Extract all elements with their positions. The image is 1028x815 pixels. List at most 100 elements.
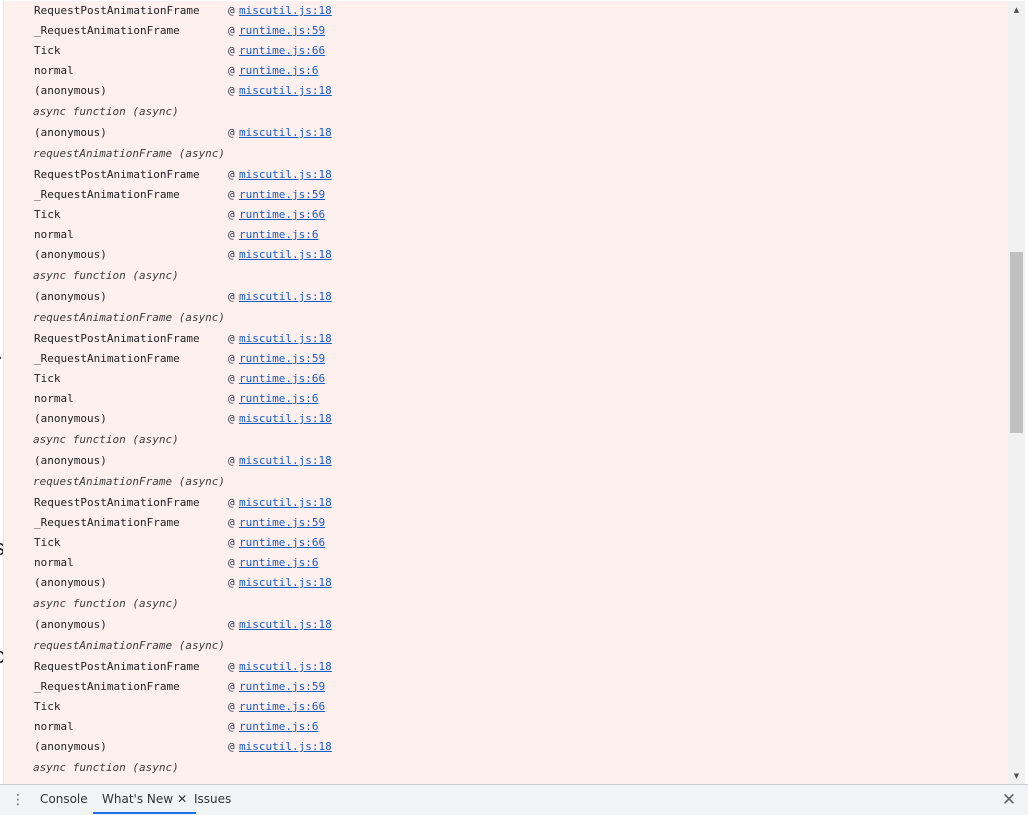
stack-frame-row: (anonymous) @miscutil.js:18	[4, 409, 1009, 429]
scroll-up-arrow-icon[interactable]: ▲	[1008, 1, 1025, 18]
async-label: async function (async)	[33, 593, 179, 615]
source-link[interactable]: miscutil.js:18	[239, 165, 332, 185]
function-name: Tick	[34, 369, 61, 389]
function-name: Tick	[34, 533, 61, 553]
tab-issues[interactable]: Issues	[194, 785, 231, 814]
function-name: (anonymous)	[34, 737, 107, 757]
source-link[interactable]: runtime.js:6	[239, 389, 318, 409]
at-symbol: @	[228, 451, 235, 471]
source-link[interactable]: miscutil.js:18	[239, 493, 332, 513]
source-link[interactable]: runtime.js:6	[239, 717, 318, 737]
at-symbol: @	[228, 21, 235, 41]
async-separator-row: async function (async)	[4, 429, 1009, 451]
stack-frame-row: (anonymous) @miscutil.js:18	[4, 245, 1009, 265]
async-separator-row: async function (async)	[4, 265, 1009, 287]
source-link[interactable]: miscutil.js:18	[239, 615, 332, 635]
at-symbol: @	[228, 409, 235, 429]
source-link[interactable]: runtime.js:59	[239, 677, 325, 697]
source-link[interactable]: miscutil.js:18	[239, 1, 332, 21]
stack-frame-row: Tick@runtime.js:66	[4, 697, 1009, 717]
function-name: RequestPostAnimationFrame	[34, 1, 200, 21]
stack-frame-row: RequestPostAnimationFrame@miscutil.js:18	[4, 657, 1009, 677]
source-link[interactable]: miscutil.js:18	[239, 451, 332, 471]
async-label: requestAnimationFrame (async)	[33, 635, 225, 657]
stack-frame-row: Tick@runtime.js:66	[4, 533, 1009, 553]
at-symbol: @	[228, 717, 235, 737]
drawer-tab-bar: ⋮ Console What's New✕ Issues ✕	[0, 784, 1028, 815]
at-symbol: @	[228, 41, 235, 61]
vertical-scrollbar[interactable]: ▲ ▼	[1008, 1, 1025, 784]
scroll-down-arrow-icon[interactable]: ▼	[1008, 767, 1025, 784]
function-name: RequestPostAnimationFrame	[34, 493, 200, 513]
stack-frame-row: (anonymous) @miscutil.js:18	[4, 451, 1009, 471]
function-name: (anonymous)	[34, 287, 107, 307]
at-symbol: @	[228, 329, 235, 349]
source-link[interactable]: runtime.js:66	[239, 205, 325, 225]
background-text: r	[0, 350, 1, 374]
source-link[interactable]: runtime.js:59	[239, 349, 325, 369]
async-label: async function (async)	[33, 429, 179, 451]
function-name: (anonymous)	[34, 409, 107, 429]
tab-console[interactable]: Console	[40, 785, 88, 814]
stack-frame-row: _RequestAnimationFrame@runtime.js:59	[4, 513, 1009, 533]
stack-frame-row: (anonymous)@miscutil.js:18	[4, 737, 1009, 757]
scrollbar-thumb[interactable]	[1010, 252, 1023, 433]
close-tab-icon[interactable]: ✕	[177, 792, 187, 806]
source-link[interactable]: runtime.js:59	[239, 21, 325, 41]
at-symbol: @	[228, 225, 235, 245]
function-name: RequestPostAnimationFrame	[34, 657, 200, 677]
source-link[interactable]: miscutil.js:18	[239, 245, 332, 265]
function-name: (anonymous)	[34, 123, 107, 143]
source-link[interactable]: miscutil.js:18	[239, 657, 332, 677]
function-name: _RequestAnimationFrame	[34, 185, 180, 205]
async-separator-row: async function (async)	[4, 593, 1009, 615]
at-symbol: @	[228, 287, 235, 307]
async-label: async function (async)	[33, 757, 179, 779]
tab-whats-new[interactable]: What's New✕	[93, 785, 196, 814]
at-symbol: @	[228, 697, 235, 717]
stack-frame-row: Tick @runtime.js:66	[4, 41, 1009, 61]
source-link[interactable]: runtime.js:66	[239, 369, 325, 389]
function-name: Tick	[34, 205, 61, 225]
function-name: (anonymous)	[34, 245, 107, 265]
function-name: normal	[34, 389, 74, 409]
function-name: Tick	[34, 41, 61, 61]
source-link[interactable]: miscutil.js:18	[239, 123, 332, 143]
source-link[interactable]: runtime.js:66	[239, 41, 325, 61]
stack-trace-list: RequestPostAnimationFrame@miscutil.js:18…	[4, 1, 1009, 779]
source-link[interactable]: miscutil.js:18	[239, 737, 332, 757]
source-link[interactable]: miscutil.js:18	[239, 287, 332, 307]
source-link[interactable]: runtime.js:66	[239, 533, 325, 553]
at-symbol: @	[228, 553, 235, 573]
function-name: _RequestAnimationFrame	[34, 677, 180, 697]
source-link[interactable]: runtime.js:6	[239, 61, 318, 81]
at-symbol: @	[228, 245, 235, 265]
source-link[interactable]: miscutil.js:18	[239, 409, 332, 429]
async-separator-row: async function (async)	[4, 101, 1009, 123]
stack-frame-row: (anonymous)@miscutil.js:18	[4, 81, 1009, 101]
source-link[interactable]: miscutil.js:18	[239, 573, 332, 593]
source-link[interactable]: runtime.js:59	[239, 513, 325, 533]
source-link[interactable]: runtime.js:6	[239, 225, 318, 245]
function-name: normal	[34, 61, 74, 81]
stack-frame-row: _RequestAnimationFrame@runtime.js:59	[4, 185, 1009, 205]
function-name: (anonymous)	[34, 451, 107, 471]
stack-frame-row: (anonymous)@miscutil.js:18	[4, 573, 1009, 593]
function-name: (anonymous)	[34, 81, 107, 101]
stack-frame-row: (anonymous)@miscutil.js:18	[4, 123, 1009, 143]
source-link[interactable]: runtime.js:66	[239, 697, 325, 717]
function-name: (anonymous)	[34, 573, 107, 593]
more-options-icon[interactable]: ⋮	[11, 790, 25, 810]
stack-frame-row: Tick@runtime.js:66	[4, 205, 1009, 225]
at-symbol: @	[228, 1, 235, 21]
function-name: normal	[34, 553, 74, 573]
close-drawer-icon[interactable]: ✕	[1000, 790, 1018, 810]
source-link[interactable]: runtime.js:59	[239, 185, 325, 205]
at-symbol: @	[228, 677, 235, 697]
stack-frame-row: normal@runtime.js:6	[4, 717, 1009, 737]
console-error-stack-trace: RequestPostAnimationFrame@miscutil.js:18…	[3, 1, 1009, 784]
source-link[interactable]: miscutil.js:18	[239, 81, 332, 101]
source-link[interactable]: miscutil.js:18	[239, 329, 332, 349]
source-link[interactable]: runtime.js:6	[239, 553, 318, 573]
stack-frame-row: Tick@runtime.js:66	[4, 369, 1009, 389]
